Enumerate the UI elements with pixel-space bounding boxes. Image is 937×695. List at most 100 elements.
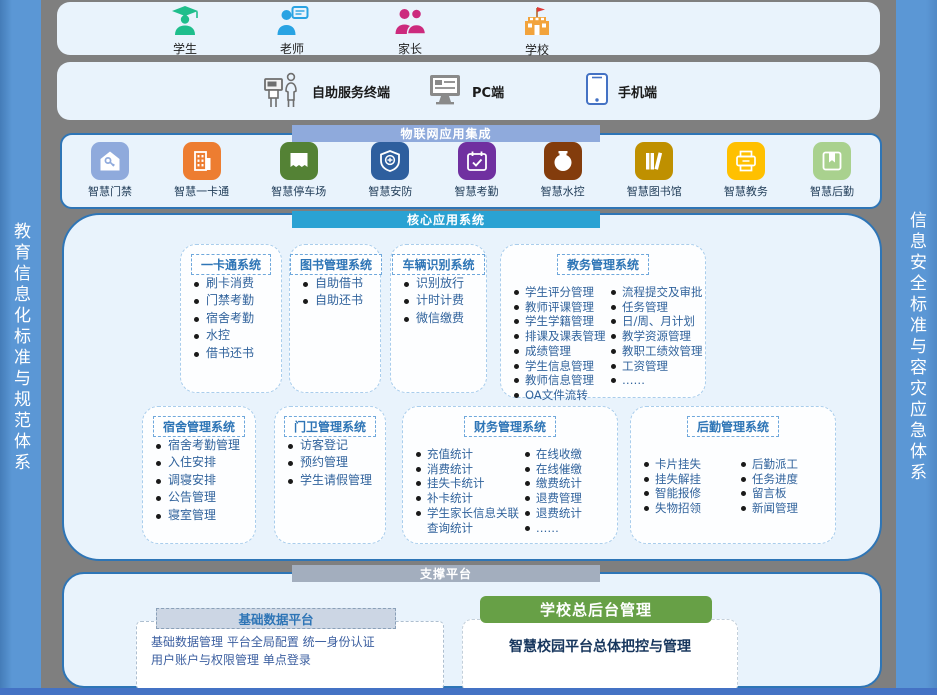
list-item: 在线收缴 — [524, 447, 615, 462]
terminal-label: PC端 — [472, 82, 504, 101]
vehicle-system-box: 车辆识别系统 识别放行计时计费微信缴费 — [390, 244, 487, 393]
list-item: 公告管理 — [155, 489, 251, 506]
list-item: 访客登记 — [287, 437, 381, 454]
pc-icon — [427, 73, 463, 109]
box-item-list: 宿舍考勤管理入住安排调寝安排公告管理寝室管理 — [143, 437, 255, 524]
finance-system-box: 财务管理系统 充值统计消费统计挂失卡统计补卡统计学生家长信息关联查询统计 在线收… — [402, 406, 618, 544]
student-icon — [170, 6, 200, 39]
list-item: 工资管理 — [610, 359, 703, 374]
box-item-list: 学生评分管理教师评课管理学生学籍管理排课及课表管理成绩管理学生信息管理教师信息管… — [509, 285, 606, 403]
box-item-list: 流程提交及审批任务管理日/周、月计划教学资源管理教职工绩效管理工资管理…… — [606, 285, 703, 403]
list-item: 挂失卡统计 — [415, 476, 520, 491]
iot-label: 智慧教务 — [724, 183, 768, 199]
list-item: 门禁考勤 — [193, 292, 277, 309]
users-panel: 学生 老师 家长 — [57, 2, 880, 55]
list-item: 自助还书 — [302, 292, 376, 309]
parking-icon — [280, 142, 318, 180]
water-control-icon — [544, 142, 582, 180]
iot-item-security: 智慧安防 — [368, 142, 412, 199]
dorm-system-box: 宿舍管理系统 宿舍考勤管理入住安排调寝安排公告管理寝室管理 — [142, 406, 256, 544]
library-books-icon — [635, 142, 673, 180]
list-item: 学生请假管理 — [287, 472, 381, 489]
terminal-label: 手机端 — [618, 82, 657, 101]
list-item: 学生评分管理 — [513, 285, 606, 300]
list-item: 任务管理 — [610, 300, 703, 315]
onecard-system-box: 一卡通系统 刷卡消费门禁考勤宿舍考勤水控借书还书 — [180, 244, 282, 393]
list-item: 调寝安排 — [155, 472, 251, 489]
list-item: 流程提交及审批 — [610, 285, 703, 300]
iot-label: 智慧考勤 — [455, 183, 499, 199]
phone-icon — [585, 72, 609, 110]
list-item: 充值统计 — [415, 447, 520, 462]
teacher-icon — [276, 6, 309, 39]
iot-item-library: 智慧图书馆 — [627, 142, 682, 199]
gate-system-box: 门卫管理系统 访客登记预约管理学生请假管理 — [274, 406, 386, 544]
library-system-box: 图书管理系统 自助借书自助还书 — [289, 244, 381, 393]
iot-item-door-access: 智慧门禁 — [88, 142, 132, 199]
list-item: 教学资源管理 — [610, 329, 703, 344]
box-item-list: 卡片挂失挂失解挂智能报修失物招领 — [639, 457, 736, 516]
list-item: 学生学籍管理 — [513, 314, 606, 329]
box-title: 后勤管理系统 — [687, 416, 779, 437]
iot-label: 智慧门禁 — [88, 183, 132, 199]
box-item-list: 自助借书自助还书 — [290, 275, 380, 310]
list-item: 缴费统计 — [524, 476, 615, 491]
list-item: 识别放行 — [403, 275, 482, 292]
box-title: 车辆识别系统 — [392, 254, 484, 275]
list-item: 学生家长信息关联查询统计 — [415, 506, 520, 535]
list-item: 后勤派工 — [740, 457, 833, 472]
school-admin-pill: 学校总后台管理 — [480, 596, 712, 623]
list-item: 教师信息管理 — [513, 373, 606, 388]
core-systems-panel: 一卡通系统 刷卡消费门禁考勤宿舍考勤水控借书还书 图书管理系统 自助借书自助还书… — [62, 213, 882, 561]
user-label: 老师 — [280, 40, 304, 57]
iot-label: 智慧水控 — [541, 183, 585, 199]
iot-item-attendance: 智慧考勤 — [455, 142, 499, 199]
list-item: 排课及课表管理 — [513, 329, 606, 344]
base-data-platform-pill: 基础数据平台 — [156, 608, 396, 629]
iot-label: 智慧一卡通 — [174, 183, 229, 199]
kiosk-icon — [263, 69, 303, 113]
list-item: OA文件流转 — [513, 388, 606, 403]
user-item-teacher: 老师 — [276, 6, 309, 57]
list-item: 退费管理 — [524, 491, 615, 506]
left-standards-label: 教育信息化标准与规范体系 — [8, 222, 33, 474]
list-item: 宿舍考勤管理 — [155, 437, 251, 454]
list-item: 任务进度 — [740, 472, 833, 487]
list-item: 智能报修 — [643, 486, 736, 501]
list-item: 寝室管理 — [155, 507, 251, 524]
list-item: 宿舍考勤 — [193, 310, 277, 327]
iot-row: 智慧门禁 智慧一卡通 — [62, 135, 880, 199]
user-label: 学校 — [525, 41, 549, 58]
parents-icon — [395, 6, 426, 39]
list-item: 微信缴费 — [403, 310, 482, 327]
box-columns: 学生评分管理教师评课管理学生学籍管理排课及课表管理成绩管理学生信息管理教师信息管… — [501, 285, 705, 403]
iot-item-water: 智慧水控 — [541, 142, 585, 199]
right-security-bar: 信息安全标准与容灾应急体系 — [896, 0, 937, 695]
base-data-platform-box: 基础数据管理 平台全局配置 统一身份认证 用户账户与权限管理 单点登录 — [136, 621, 444, 690]
left-standards-bar: 教育信息化标准与规范体系 — [0, 0, 41, 695]
box-columns: 卡片挂失挂失解挂智能报修失物招领 后勤派工任务进度留言板新闻管理 — [631, 457, 835, 516]
list-item: …… — [610, 373, 703, 388]
list-item: …… — [524, 521, 615, 536]
list-item: 日/周、月计划 — [610, 314, 703, 329]
list-item: 补卡统计 — [415, 491, 520, 506]
box-item-list: 刷卡消费门禁考勤宿舍考勤水控借书还书 — [181, 275, 281, 362]
box-item-list: 后勤派工任务进度留言板新闻管理 — [736, 457, 833, 516]
iot-label: 智慧安防 — [368, 183, 412, 199]
terminals-panel: 自助服务终端 PC端 手机端 — [57, 62, 880, 120]
terminal-item-pc: PC端 — [427, 73, 504, 109]
support-panel: 基础数据平台 基础数据管理 平台全局配置 统一身份认证 用户账户与权限管理 单点… — [62, 572, 882, 688]
academic-system-box: 教务管理系统 学生评分管理教师评课管理学生学籍管理排课及课表管理成绩管理学生信息… — [500, 244, 706, 398]
box-item-list: 识别放行计时计费微信缴费 — [391, 275, 486, 327]
user-item-school: 学校 — [521, 6, 553, 58]
attendance-calendar-icon — [458, 142, 496, 180]
list-item: 留言板 — [740, 486, 833, 501]
terminal-label: 自助服务终端 — [312, 82, 390, 101]
box-item-list: 在线收缴在线催缴缴费统计退费管理退费统计…… — [520, 447, 615, 535]
list-item: 教职工绩效管理 — [610, 344, 703, 359]
box-title: 教务管理系统 — [557, 254, 649, 275]
iot-item-parking: 智慧停车场 — [271, 142, 326, 199]
list-item: 学生信息管理 — [513, 359, 606, 374]
user-item-student: 学生 — [170, 6, 200, 57]
box-title: 宿舍管理系统 — [153, 416, 245, 437]
